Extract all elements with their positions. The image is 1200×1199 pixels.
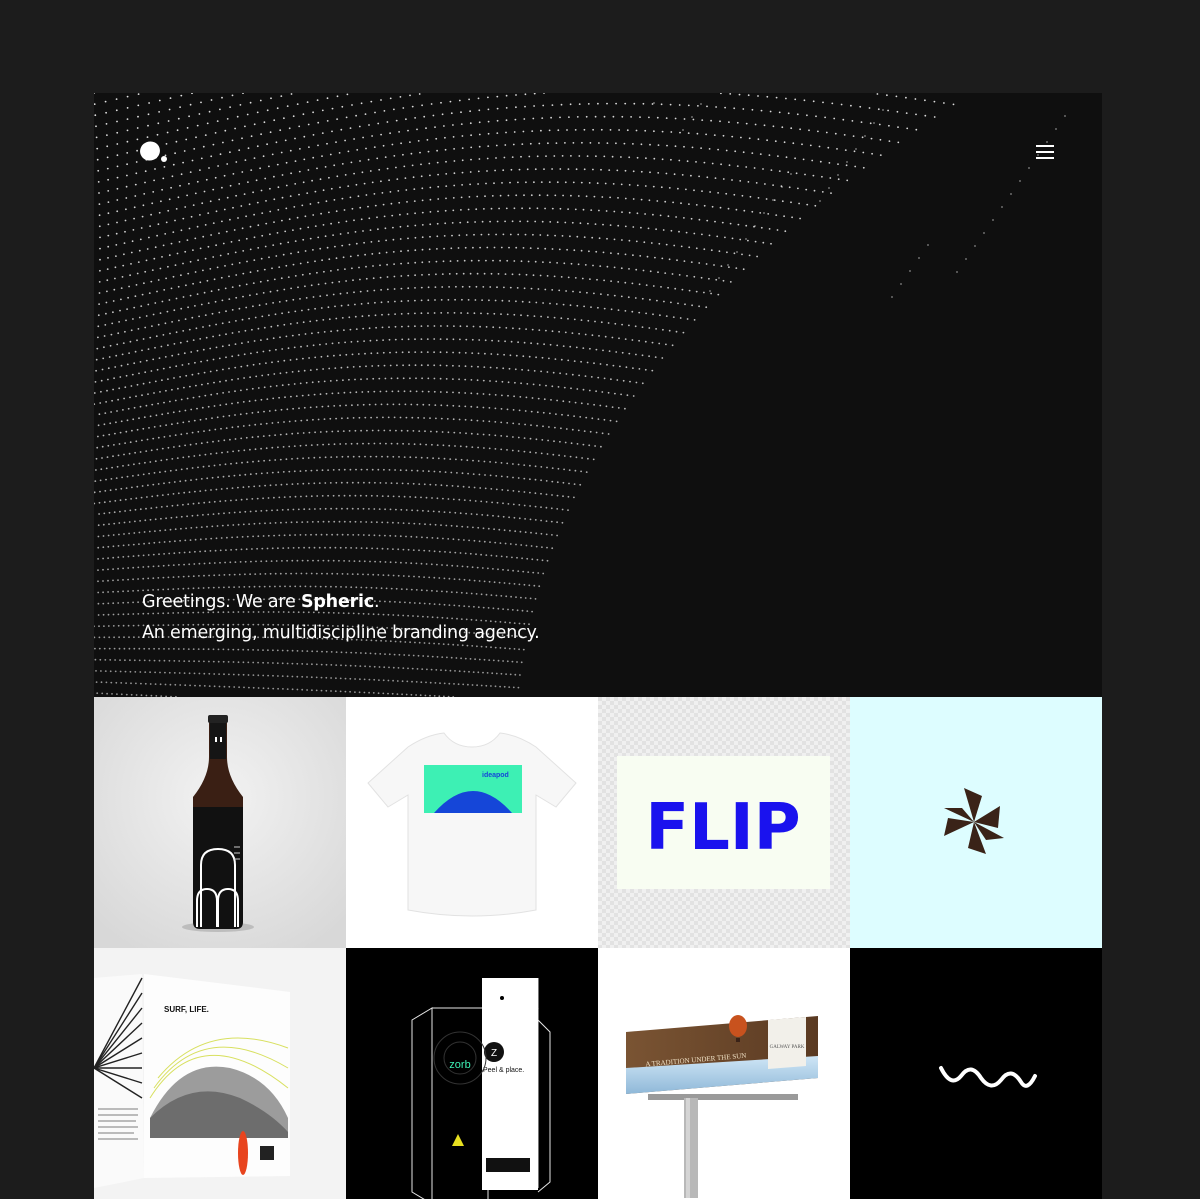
zorb-wordmark: zorb bbox=[449, 1059, 470, 1071]
zorb-packaging-image: Z Peel & place. zorb bbox=[411, 978, 551, 1199]
portfolio-tile-star-logo[interactable] bbox=[850, 697, 1102, 948]
brand-name: Spheric bbox=[300, 592, 375, 612]
flip-logo-image: FLIP bbox=[598, 697, 850, 948]
spheric-logo-icon[interactable] bbox=[140, 140, 170, 164]
hamburger-menu-icon[interactable] bbox=[1033, 142, 1057, 162]
galway-park-logo-text: GALWAY PARK bbox=[770, 1045, 805, 1050]
flip-wordmark: FLIP bbox=[645, 791, 800, 865]
beer-bottle-image bbox=[94, 697, 346, 948]
portfolio-tile-ideapod-tshirt[interactable]: ideapod bbox=[346, 697, 598, 948]
portfolio-grid: ideapod FLIP SURF, LIFE. Z Peel & place.… bbox=[94, 697, 1102, 1199]
greeting-period: . bbox=[374, 592, 380, 612]
star-logo-image bbox=[944, 788, 1004, 854]
portfolio-tile-zorb-packaging[interactable]: Z Peel & place. zorb bbox=[346, 948, 598, 1199]
hero-subline: An emerging, multidiscipline branding ag… bbox=[142, 623, 540, 643]
hero-section: Greetings. We are Spheric. An emerging, … bbox=[94, 93, 1102, 697]
hero-tagline: Greetings. We are Spheric. An emerging, … bbox=[142, 587, 540, 649]
portfolio-tile-surf-life-magazine[interactable]: SURF, LIFE. bbox=[94, 948, 346, 1199]
portfolio-tile-wave-logo[interactable] bbox=[850, 948, 1102, 1199]
galway-park-billboard-image: GALWAY PARK A TRADITION UNDER THE SUN bbox=[626, 1015, 818, 1198]
portfolio-tile-flip-logo[interactable]: FLIP bbox=[598, 697, 850, 948]
svg-text:Z: Z bbox=[491, 1048, 497, 1059]
wave-logo-image bbox=[939, 1066, 1037, 1088]
surf-life-magazine-image: SURF, LIFE. bbox=[94, 948, 346, 1199]
site-frame: Greetings. We are Spheric. An emerging, … bbox=[94, 93, 1102, 1199]
surf-life-title: SURF, LIFE. bbox=[164, 1005, 209, 1014]
zorb-peel-text: Peel & place. bbox=[483, 1067, 524, 1074]
ideapod-label: ideapod bbox=[482, 772, 509, 779]
portfolio-tile-galway-park-billboard[interactable]: GALWAY PARK A TRADITION UNDER THE SUN bbox=[598, 948, 850, 1199]
greeting-text: Greetings. We are bbox=[142, 592, 301, 612]
ideapod-tshirt-image: ideapod bbox=[367, 732, 577, 917]
portfolio-tile-beer-bottle[interactable] bbox=[94, 697, 346, 948]
